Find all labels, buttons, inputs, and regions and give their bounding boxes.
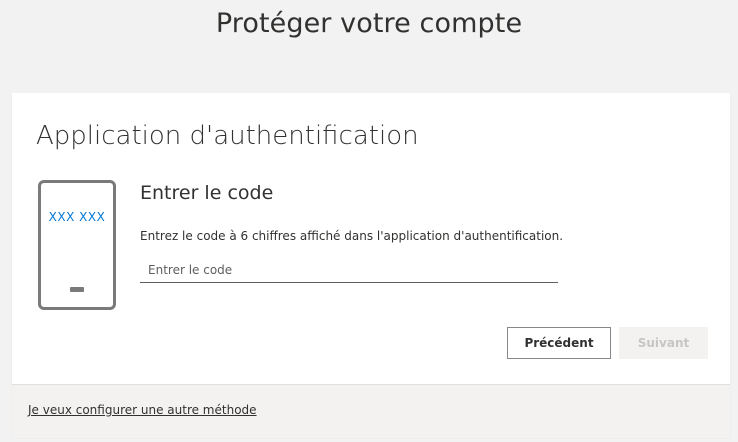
auth-card: Application d'authentification XXX XXX E… xyxy=(12,93,730,438)
other-method-link[interactable]: Je veux configurer une autre méthode xyxy=(28,403,257,417)
phone-home-button xyxy=(70,287,84,292)
card-footer: Je veux configurer une autre méthode xyxy=(12,384,730,438)
previous-button[interactable]: Précédent xyxy=(507,327,611,359)
phone-icon: XXX XXX xyxy=(38,180,116,310)
instructions-text: Entrez le code à 6 chiffres affiché dans… xyxy=(140,229,564,243)
page-title: Protéger votre compte xyxy=(215,8,523,39)
phone-code-text: XXX XXX xyxy=(48,210,106,224)
card-title: Application d'authentification xyxy=(36,121,419,151)
page: Protéger votre compte Application d'auth… xyxy=(0,0,738,442)
section-title: Entrer le code xyxy=(140,182,274,204)
code-input[interactable] xyxy=(140,257,558,283)
next-button[interactable]: Suivant xyxy=(619,327,708,359)
